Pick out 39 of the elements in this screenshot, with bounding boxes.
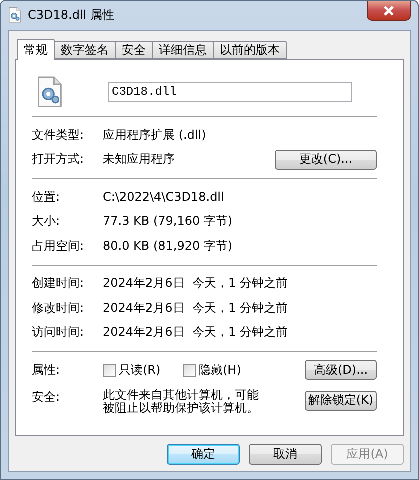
property-value: 2024年2月6日 今天，1 分钟之前 [103,300,289,317]
checkbox-label: 只读(R) [119,362,161,379]
property-value: 80.0 KB (81,920 字节) [103,238,234,255]
close-button[interactable] [367,1,411,21]
tab[interactable]: 安全 [115,41,153,59]
property-label: 大小: [32,213,62,230]
close-icon [383,6,395,16]
property-value: 2024年2月6日 今天，1 分钟之前 [103,275,289,292]
dll-file-icon [8,7,22,24]
property-label: 位置: [32,188,62,206]
change-button[interactable]: 更改(C)... [275,150,377,170]
tab[interactable]: 详细信息 [152,41,214,59]
dialog-button[interactable]: 确定 [167,444,240,465]
dialog-button[interactable]: 取消 [249,444,322,465]
tab[interactable]: 常规 [17,39,55,60]
property-value: 未知应用程序 [103,151,176,168]
checkbox[interactable] [183,364,196,377]
property-label: 创建时间: [32,275,86,292]
advanced-button[interactable]: 高级(D)... [305,360,377,380]
tab[interactable]: 数字签名 [54,41,116,59]
property-label: 修改时间: [32,300,86,317]
property-label: 占用空间: [32,238,86,255]
dll-file-icon [36,76,64,108]
security-note: 此文件来自其他计算机，可能被阻止以帮助保护该计算机。 [103,388,260,414]
checkbox[interactable] [103,364,116,377]
tab[interactable]: 以前的版本 [213,41,287,59]
property-value: C:\2022\4\C3D18.dll [103,190,226,204]
file-name-field[interactable]: C3D18.dll [108,82,352,102]
unblock-button[interactable]: 解除锁定(K) [305,390,377,410]
property-label: 打开方式: [32,151,86,168]
checkbox-label: 隐藏(H) [199,362,242,379]
property-label: 文件类型: [32,126,86,144]
property-value: 2024年2月6日 今天，1 分钟之前 [103,324,289,342]
window-title: C3D18.dll 属性 [28,7,116,23]
property-value: 应用程序扩展 (.dll) [103,126,208,144]
property-label: 属性: [32,362,62,379]
property-value: 77.3 KB (79,160 字节) [103,213,234,230]
property-label: 安全: [32,388,62,406]
property-label: 访问时间: [32,324,86,342]
